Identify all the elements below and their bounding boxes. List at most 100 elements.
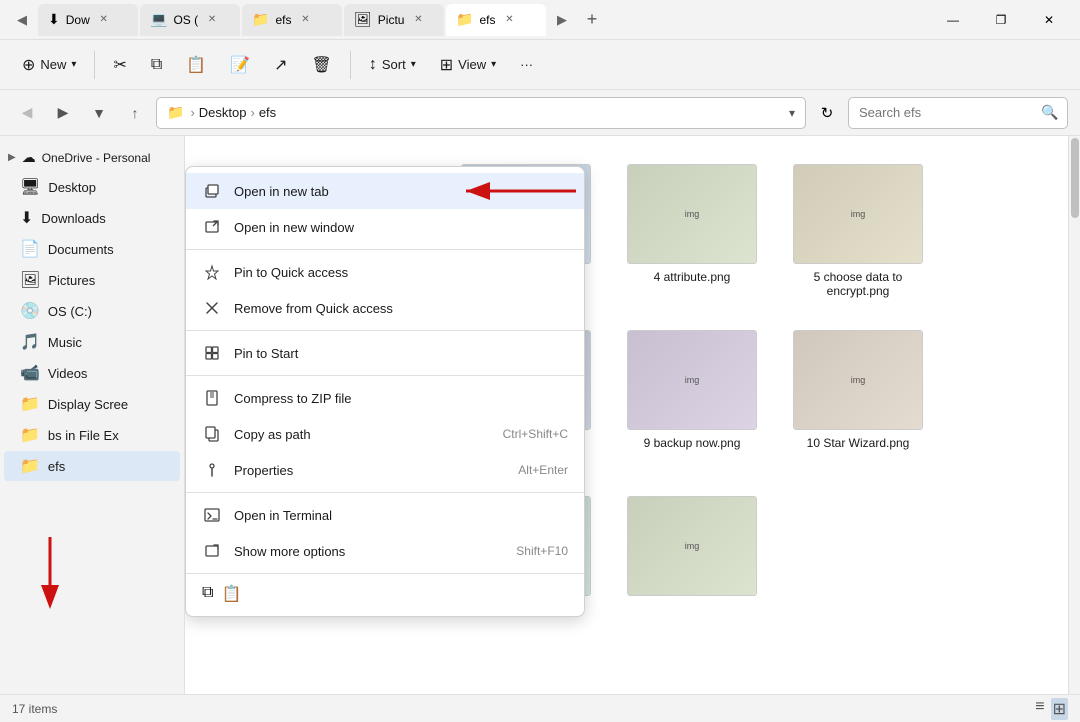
delete-button[interactable]: 🗑: [302, 49, 342, 81]
grid-view-icon[interactable]: ⊞: [1051, 698, 1068, 720]
view-dropdown-icon: ▾: [491, 59, 496, 70]
ctx-copy-path-shortcut: Ctrl+Shift+C: [503, 427, 568, 441]
file-item-10star[interactable]: img 10 Star Wizard.png: [783, 322, 933, 472]
file-item-9backup[interactable]: img 9 backup now.png: [617, 322, 767, 472]
share-button[interactable]: ↗: [264, 49, 297, 81]
sidebar-item-displayscreen[interactable]: 📁 Display Scree: [4, 389, 180, 419]
history-button[interactable]: ▼: [84, 98, 114, 128]
ctx-copy-path-label: Copy as path: [234, 427, 491, 442]
minimize-button[interactable]: —: [930, 5, 976, 35]
new-icon: ⊕: [22, 55, 35, 75]
ctx-open-terminal[interactable]: Open in Terminal: [186, 497, 584, 533]
efs-file-ex-icon: 📁: [20, 425, 40, 445]
list-view-icon[interactable]: ≡: [1035, 698, 1044, 720]
tab-downloads-close[interactable]: ✕: [96, 12, 112, 28]
ctx-open-new-tab[interactable]: Open in new tab: [186, 173, 584, 209]
tab-downloads[interactable]: ⬇ Dow ✕: [38, 4, 138, 36]
tab-efs-active-close[interactable]: ✕: [501, 12, 517, 28]
ctx-open-new-tab-icon: [202, 181, 222, 201]
tab-efs1-close[interactable]: ✕: [297, 12, 313, 28]
ctx-pin-start[interactable]: Pin to Start: [186, 335, 584, 371]
back-button[interactable]: ◀: [12, 98, 42, 128]
tab-os-label: OS (: [173, 13, 198, 27]
ctx-pin-icon: [202, 262, 222, 282]
sidebar-item-efs-file-ex[interactable]: 📁 bs in File Ex: [4, 420, 180, 450]
search-icon[interactable]: 🔍: [1041, 104, 1058, 121]
ctx-paste-icon[interactable]: 📋: [221, 584, 241, 604]
share-icon: ↗: [274, 55, 287, 75]
sort-label: Sort: [382, 57, 406, 72]
displayscreen-icon: 📁: [20, 394, 40, 414]
sidebar-item-pictures[interactable]: 🖼 Pictures: [4, 265, 180, 295]
sort-button[interactable]: ↕ Sort ▾: [359, 50, 426, 80]
sidebar-onedrive-section[interactable]: ▶ ☁ OneDrive - Personal: [0, 144, 184, 171]
sidebar-item-music[interactable]: 🎵 Music: [4, 327, 180, 357]
ctx-compress-zip-label: Compress to ZIP file: [234, 391, 568, 406]
sidebar-item-desktop-label: Desktop: [48, 180, 96, 195]
toolbar-sep-1: [94, 51, 95, 79]
tab-efs-active[interactable]: 📁 efs ✕: [446, 4, 546, 36]
address-folder-icon: 📁: [167, 104, 184, 121]
sidebar-item-documents[interactable]: 📄 Documents: [4, 234, 180, 264]
sidebar-item-desktop[interactable]: 🖥 Desktop: [4, 172, 180, 202]
sidebar-item-videos-label: Videos: [48, 366, 88, 381]
tab-pictures-close[interactable]: ✕: [410, 12, 426, 28]
ctx-copy-path[interactable]: Copy as path Ctrl+Shift+C: [186, 416, 584, 452]
sidebar-item-documents-label: Documents: [48, 242, 114, 257]
ctx-show-more[interactable]: Show more options Shift+F10: [186, 533, 584, 569]
tab-pictures-label: Pictu: [378, 13, 405, 27]
ctx-pin-start-label: Pin to Start: [234, 346, 568, 361]
cut-button[interactable]: ✂: [103, 49, 136, 81]
sidebar-item-os[interactable]: 💿 OS (C:): [4, 296, 180, 326]
ctx-properties[interactable]: Properties Alt+Enter: [186, 452, 584, 488]
address-chevron-icon[interactable]: ▾: [789, 106, 795, 120]
more-button[interactable]: ···: [510, 51, 543, 78]
ctx-remove-quick-access[interactable]: Remove from Quick access: [186, 290, 584, 326]
rename-button[interactable]: 📝: [220, 49, 260, 81]
arrow-annotation: [456, 177, 586, 205]
forward-button[interactable]: ▶: [48, 98, 78, 128]
sidebar-item-videos[interactable]: 📹 Videos: [4, 358, 180, 388]
copy-button[interactable]: ⧉: [141, 50, 172, 80]
ctx-compress-zip[interactable]: Compress to ZIP file: [186, 380, 584, 416]
downloads-icon: ⬇: [20, 208, 33, 228]
new-tab-button[interactable]: +: [578, 6, 606, 34]
tab-prev-btn[interactable]: ◀: [8, 6, 36, 34]
sort-dropdown-icon: ▾: [411, 59, 416, 70]
ctx-remove-icon: [202, 298, 222, 318]
file-area[interactable]: img 3 encrypt data.png img 4 attribute.p…: [185, 136, 1068, 694]
sidebar-item-efs[interactable]: 📁 efs: [4, 451, 180, 481]
file-item-12[interactable]: img: [617, 488, 767, 610]
up-button[interactable]: ↑: [120, 98, 150, 128]
sidebar-item-downloads[interactable]: ⬇ Downloads: [4, 203, 180, 233]
rename-icon: 📝: [230, 55, 250, 75]
tab-pictures[interactable]: 🖼 Pictu ✕: [344, 4, 444, 36]
ctx-copy-icon[interactable]: ⧉: [202, 584, 213, 604]
search-bar[interactable]: 🔍: [848, 97, 1068, 129]
file-item-5choose[interactable]: img 5 choose data to encrypt.png: [783, 156, 933, 306]
paste-button[interactable]: 📋: [176, 49, 216, 81]
ctx-open-new-window-icon: [202, 217, 222, 237]
tab-os[interactable]: 💻 OS ( ✕: [140, 4, 240, 36]
context-menu: Open in new tab: [185, 166, 585, 617]
sidebar-item-efs-file-ex-label: bs in File Ex: [48, 428, 119, 443]
close-button[interactable]: ✕: [1026, 5, 1072, 35]
os-icon: 💿: [20, 301, 40, 321]
tab-next-btn[interactable]: ▶: [548, 6, 576, 34]
view-button[interactable]: ⊞ View ▾: [430, 49, 506, 81]
videos-icon: 📹: [20, 363, 40, 383]
maximize-button[interactable]: ❐: [978, 5, 1024, 35]
ctx-pin-quick-access[interactable]: Pin to Quick access: [186, 254, 584, 290]
new-button[interactable]: ⊕ New ▾: [12, 49, 86, 81]
search-input[interactable]: [859, 105, 1035, 120]
file-thumb-9backup: img: [627, 330, 757, 430]
scroll-thumb[interactable]: [1071, 138, 1079, 218]
ctx-open-new-window[interactable]: Open in new window: [186, 209, 584, 245]
scrollbar[interactable]: [1068, 136, 1080, 694]
file-item-4attribute[interactable]: img 4 attribute.png: [617, 156, 767, 306]
cut-icon: ✂: [113, 55, 126, 75]
tab-os-close[interactable]: ✕: [204, 12, 220, 28]
tab-efs1[interactable]: 📁 efs ✕: [242, 4, 342, 36]
address-bar[interactable]: 📁 › Desktop › efs ▾: [156, 97, 806, 129]
refresh-button[interactable]: ↻: [812, 98, 842, 128]
